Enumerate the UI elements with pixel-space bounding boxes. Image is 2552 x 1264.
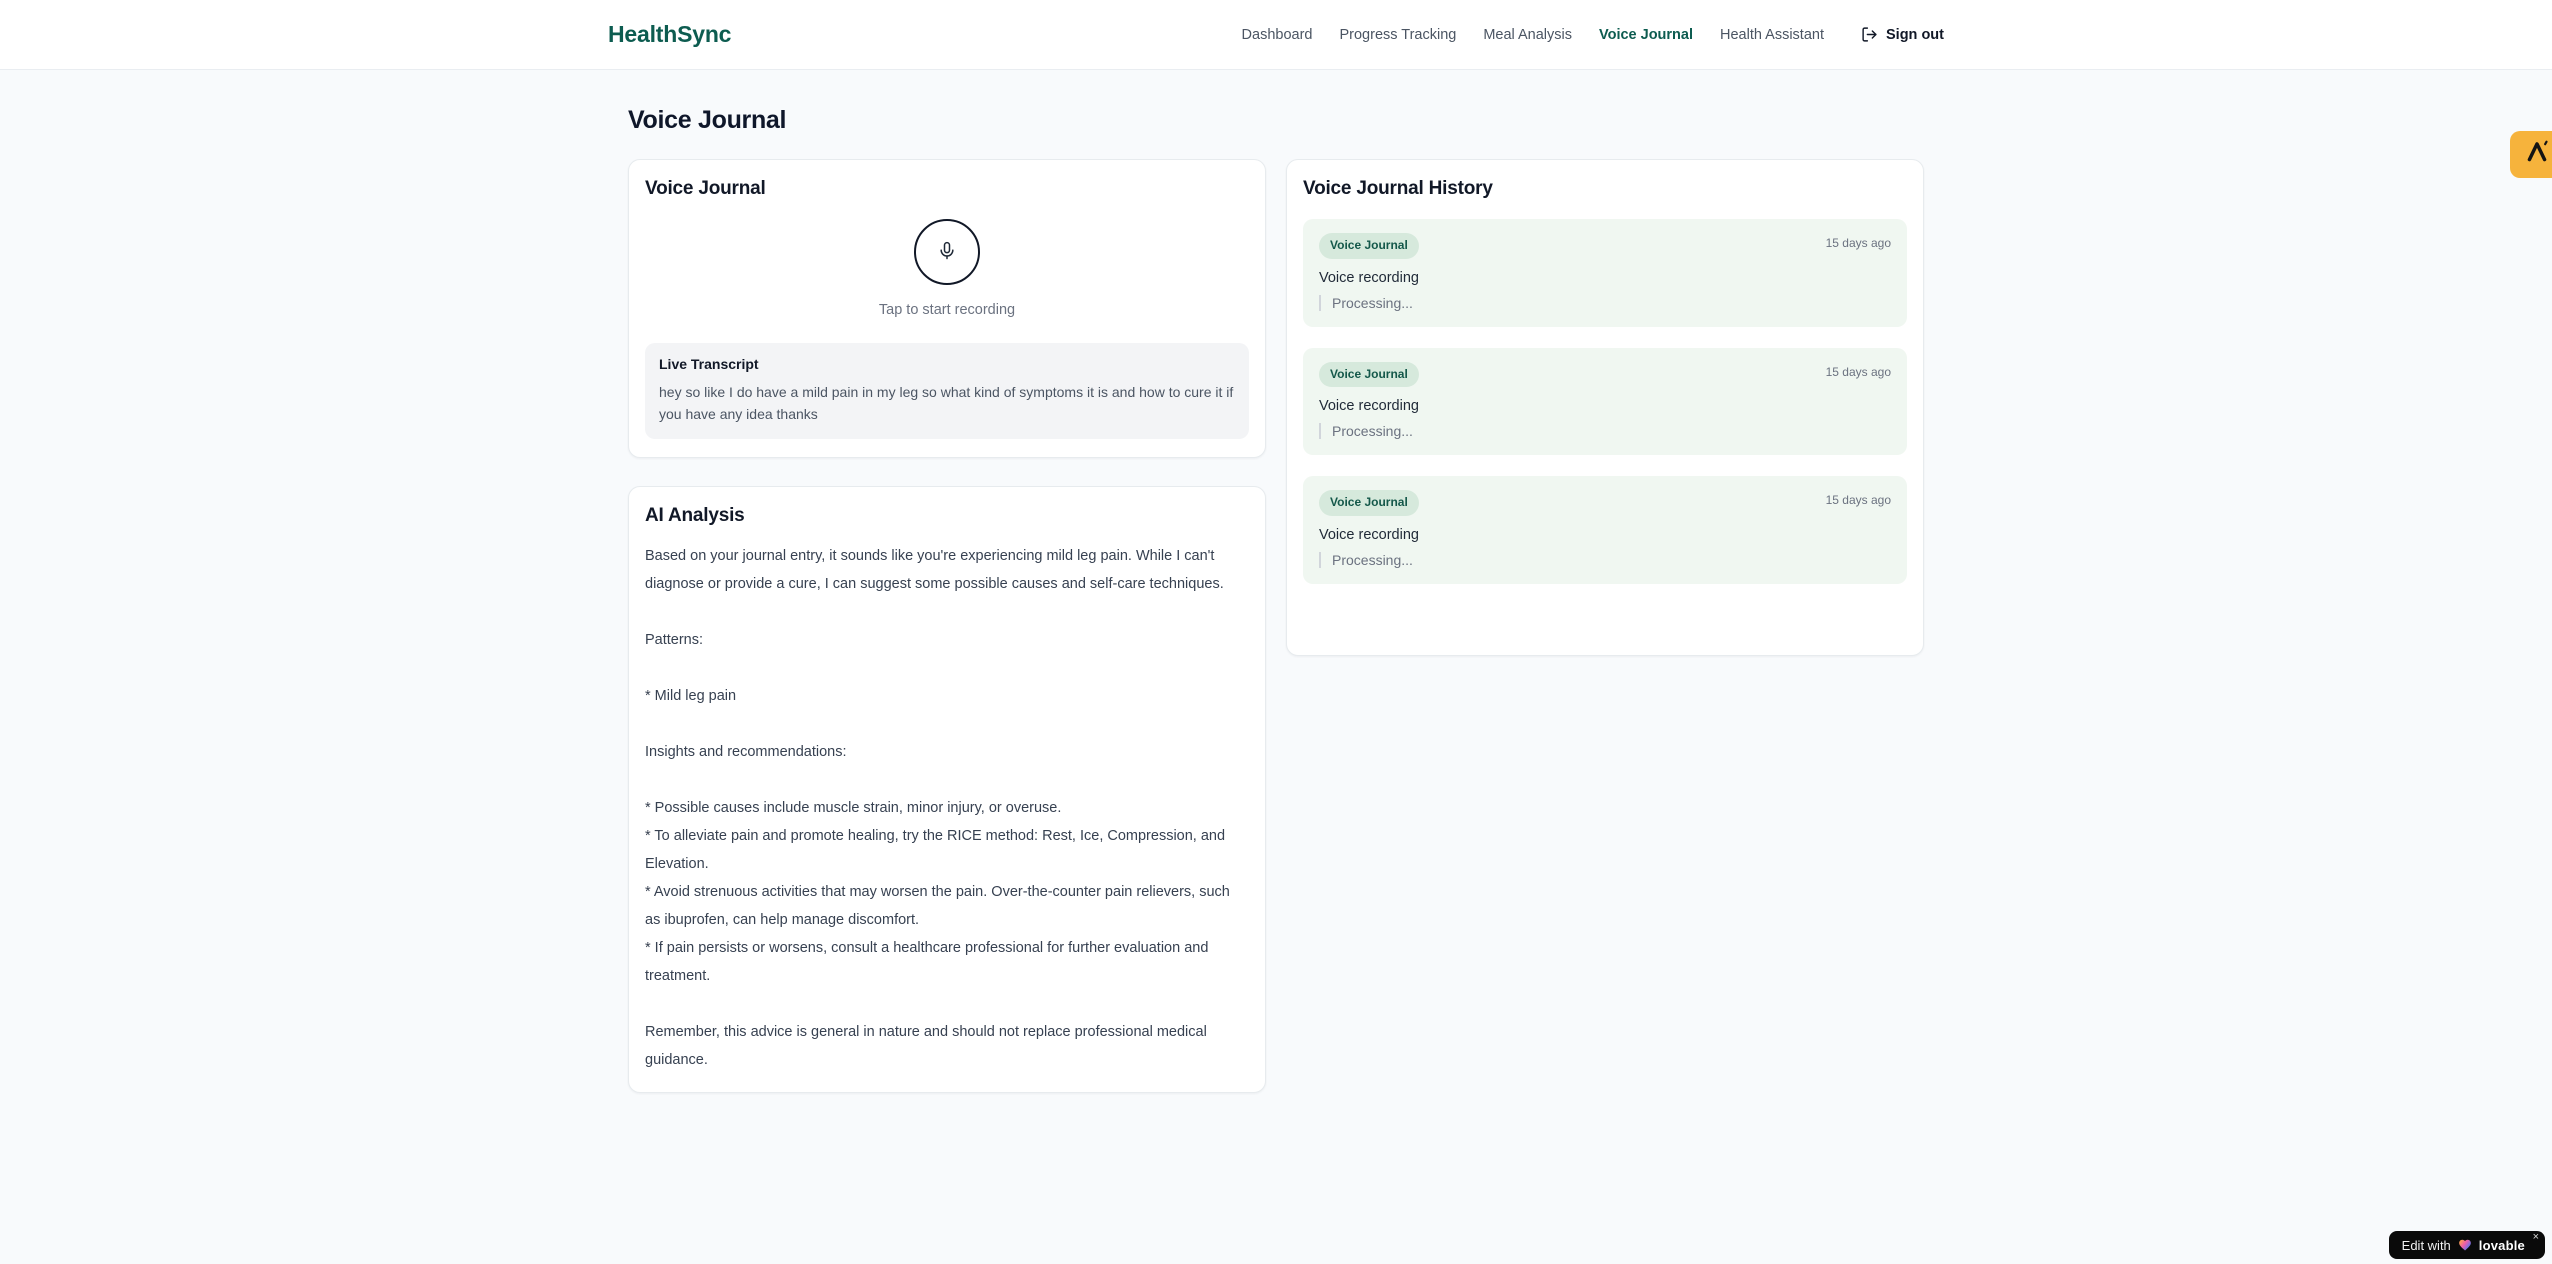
entry-title: Voice recording bbox=[1319, 398, 1419, 415]
tap-to-record-hint: Tap to start recording bbox=[878, 302, 1016, 318]
lovable-brand-label: lovable bbox=[2478, 1237, 2525, 1253]
page-content: Voice Journal Voice Journal Tap to start… bbox=[628, 70, 1924, 1094]
page-title: Voice Journal bbox=[628, 106, 787, 134]
entry-status: Processing... bbox=[1319, 294, 1891, 311]
edit-with-lovable-badge[interactable]: Edit with lovable × bbox=[2388, 1231, 2545, 1259]
voice-journal-history-card: Voice Journal History Voice Journal 15 d… bbox=[1286, 159, 1924, 656]
nav-item-meal-analysis[interactable]: Meal Analysis bbox=[1483, 27, 1572, 43]
voice-journal-card: Voice Journal Tap to start recording Liv… bbox=[628, 159, 1266, 458]
heart-icon bbox=[2458, 1238, 2472, 1252]
ai-analysis-card: AI Analysis Based on your journal entry,… bbox=[628, 485, 1266, 1094]
live-transcript-title: Live Transcript bbox=[659, 356, 759, 372]
history-entry[interactable]: Voice Journal 15 days ago Voice recordin… bbox=[1303, 476, 1907, 584]
recorder-section: Tap to start recording Live Transcript h… bbox=[645, 219, 1249, 439]
voice-journal-card-title: Voice Journal bbox=[645, 178, 766, 199]
lovable-prefix-label: Edit with bbox=[2401, 1237, 2451, 1253]
close-icon[interactable]: × bbox=[2533, 1232, 2539, 1243]
entry-timestamp: 15 days ago bbox=[1825, 236, 1891, 250]
entry-title: Voice recording bbox=[1319, 526, 1419, 543]
nav-item-progress-tracking[interactable]: Progress Tracking bbox=[1339, 27, 1456, 43]
history-entries: Voice Journal 15 days ago Voice recordin… bbox=[1303, 219, 1907, 584]
ai-analysis-title: AI Analysis bbox=[645, 504, 745, 526]
live-transcript-text: hey so like I do have a mild pain in my … bbox=[659, 384, 1234, 423]
history-entry[interactable]: Voice Journal 15 days ago Voice recordin… bbox=[1303, 219, 1907, 327]
entry-title: Voice recording bbox=[1319, 269, 1419, 286]
header-container: HealthSync Dashboard Progress Tracking M… bbox=[604, 0, 1948, 69]
entry-timestamp: 15 days ago bbox=[1825, 493, 1891, 508]
brand-logo[interactable]: HealthSync bbox=[608, 21, 731, 48]
main-nav: Dashboard Progress Tracking Meal Analysi… bbox=[1242, 26, 1944, 43]
browser-extension-badge[interactable] bbox=[2510, 131, 2552, 178]
entry-type-badge: Voice Journal bbox=[1319, 361, 1419, 388]
microphone-icon bbox=[937, 241, 957, 264]
entry-timestamp: 15 days ago bbox=[1825, 364, 1891, 379]
nav-item-voice-journal[interactable]: Voice Journal bbox=[1599, 27, 1693, 43]
nav-item-dashboard[interactable]: Dashboard bbox=[1242, 27, 1313, 43]
nav-item-health-assistant[interactable]: Health Assistant bbox=[1720, 27, 1824, 43]
entry-type-badge: Voice Journal bbox=[1319, 490, 1419, 516]
left-column: Voice Journal Tap to start recording Liv… bbox=[628, 159, 1266, 1094]
record-button[interactable] bbox=[914, 219, 980, 285]
entry-status: Processing... bbox=[1319, 551, 1891, 568]
live-transcript-box: Live Transcript hey so like I do have a … bbox=[645, 343, 1249, 439]
sign-out-button[interactable]: Sign out bbox=[1861, 26, 1944, 43]
entry-type-badge: Voice Journal bbox=[1319, 233, 1419, 259]
app-header: HealthSync Dashboard Progress Tracking M… bbox=[0, 0, 2552, 70]
history-card-title: Voice Journal History bbox=[1303, 178, 1493, 199]
sign-out-label: Sign out bbox=[1886, 26, 1944, 43]
history-entry[interactable]: Voice Journal 15 days ago Voice recordin… bbox=[1303, 347, 1907, 456]
content-grid: Voice Journal Tap to start recording Liv… bbox=[628, 159, 1924, 1094]
ai-analysis-body: Based on your journal entry, it sounds l… bbox=[645, 547, 1230, 1068]
logout-icon bbox=[1861, 26, 1878, 43]
lambda-icon bbox=[2524, 139, 2550, 170]
entry-status: Processing... bbox=[1319, 423, 1891, 440]
